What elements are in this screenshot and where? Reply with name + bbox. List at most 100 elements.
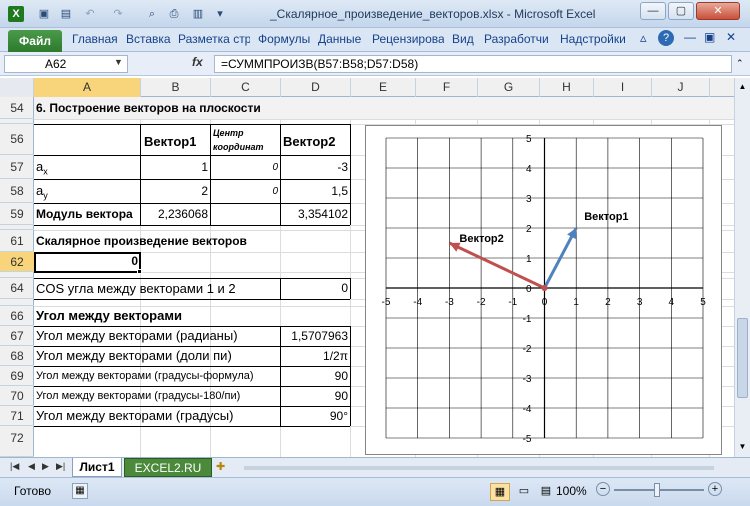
cell-b56[interactable]: Вектор1 <box>144 131 196 153</box>
tab-file[interactable]: Файл <box>8 30 62 52</box>
row-header[interactable]: 70 <box>0 386 34 406</box>
cell-d71[interactable]: 90° <box>282 406 348 426</box>
fill-handle[interactable] <box>137 269 142 274</box>
tab-review[interactable]: Рецензирова <box>372 32 444 46</box>
macro-record-icon[interactable]: ▦ <box>72 483 88 499</box>
name-box-dropdown-icon[interactable]: ▼ <box>114 57 123 67</box>
next-sheet-icon[interactable]: ▶ <box>42 461 49 472</box>
page-break-view-icon[interactable]: ▤ <box>536 483 556 501</box>
column-header-d[interactable]: D <box>281 78 351 97</box>
name-box[interactable]: A62 <box>4 55 128 73</box>
cell-d64[interactable]: 0 <box>282 278 348 299</box>
last-sheet-icon[interactable]: ▶| <box>56 461 65 472</box>
row-header[interactable]: 66 <box>0 306 34 326</box>
scroll-up-icon[interactable]: ▲ <box>737 80 748 94</box>
cell-d70[interactable]: 90 <box>282 386 348 406</box>
tab-page-layout[interactable]: Разметка стр <box>178 32 250 46</box>
zoom-level[interactable]: 100% <box>556 484 587 498</box>
cell-d56[interactable]: Вектор2 <box>283 131 335 153</box>
row-header[interactable]: 56 <box>0 124 34 155</box>
cell-c58[interactable]: 0 <box>212 181 278 203</box>
zoom-in-icon[interactable]: + <box>708 482 722 496</box>
cell-c57[interactable]: 0 <box>212 157 278 179</box>
minimize-ribbon-icon[interactable]: ▵ <box>640 30 647 46</box>
cell-c56[interactable]: Центр координат <box>213 126 277 154</box>
save-icon[interactable]: ▣ <box>36 6 52 22</box>
redo-icon[interactable]: ↷ <box>110 6 126 22</box>
row-header[interactable]: 64 <box>0 278 34 299</box>
cell-d69[interactable]: 90 <box>282 366 348 386</box>
formula-input[interactable]: =СУММПРОИЗВ(B57:B58;D57:D58) <box>214 55 732 73</box>
row-header[interactable]: 61 <box>0 230 34 252</box>
help-icon[interactable]: ? <box>658 30 674 46</box>
print-icon[interactable]: ⎙ <box>166 6 182 22</box>
cell-d68[interactable]: 1/2π <box>282 346 348 366</box>
workbook-restore-icon[interactable]: ▣ <box>704 30 715 44</box>
scroll-down-icon[interactable]: ▼ <box>737 440 748 454</box>
row-header[interactable]: 58 <box>0 179 34 203</box>
workbook-close-icon[interactable]: ✕ <box>726 30 736 44</box>
column-header-b[interactable]: B <box>141 78 211 97</box>
zoom-out-icon[interactable]: − <box>596 482 610 496</box>
column-header-f[interactable]: F <box>416 78 478 97</box>
workbook-minimize-icon[interactable]: — <box>684 30 696 44</box>
page-layout-view-icon[interactable]: ▭ <box>514 483 534 501</box>
cell-a64[interactable]: COS угла между векторами 1 и 2 <box>36 278 236 299</box>
tab-developer[interactable]: Разработчи <box>484 32 552 46</box>
close-button[interactable]: ✕ <box>696 2 740 20</box>
expand-formula-icon[interactable]: ⌃ <box>736 58 744 69</box>
row-header[interactable] <box>0 299 34 306</box>
row-header[interactable]: 72 <box>0 426 34 457</box>
row-header[interactable]: 57 <box>0 155 34 179</box>
customize-qat-icon[interactable]: ▾ <box>212 6 228 22</box>
column-header-i[interactable]: I <box>594 78 652 97</box>
column-header-c[interactable]: C <box>211 78 281 97</box>
column-header-g[interactable]: G <box>478 78 540 97</box>
row-header[interactable]: 54 <box>0 97 34 119</box>
cell-a57[interactable]: ax <box>36 156 48 183</box>
row-header[interactable]: 62 <box>0 252 34 272</box>
cell-d58[interactable]: 1,5 <box>282 180 348 202</box>
select-all-corner[interactable] <box>0 78 34 97</box>
cell-a62-selected[interactable] <box>34 252 141 273</box>
cell-a54[interactable]: 6. Построение векторов на плоскости <box>36 97 261 119</box>
cell-a59[interactable]: Модуль вектора <box>36 203 140 225</box>
cell-a71[interactable]: Угол между векторами (градусы) <box>36 406 233 426</box>
save-as-icon[interactable]: ▤ <box>58 6 74 22</box>
cell-b59[interactable]: 2,236068 <box>142 203 208 225</box>
quick-access-icon[interactable]: ▥ <box>190 6 206 22</box>
tab-data[interactable]: Данные <box>318 32 361 46</box>
cell-a67[interactable]: Угол между векторами (радианы) <box>36 326 238 346</box>
cell-d67[interactable]: 1,5707963 <box>282 326 348 346</box>
insert-function-icon[interactable]: fx <box>192 55 203 69</box>
cell-d59[interactable]: 3,354102 <box>282 203 348 225</box>
column-header-a[interactable]: A <box>34 78 141 97</box>
scroll-thumb[interactable] <box>737 318 748 398</box>
first-sheet-icon[interactable]: |◀ <box>10 461 19 472</box>
tab-insert[interactable]: Вставка <box>126 32 171 46</box>
row-header[interactable]: 59 <box>0 203 34 225</box>
normal-view-icon[interactable]: ▦ <box>490 483 510 501</box>
cell-a68[interactable]: Угол между векторами (доли пи) <box>36 346 232 366</box>
insert-sheet-icon[interactable]: ✚ <box>216 460 225 473</box>
prev-sheet-icon[interactable]: ◀ <box>28 461 35 472</box>
row-header[interactable]: 67 <box>0 326 34 346</box>
cell-a61[interactable]: Скалярное произведение векторов <box>36 230 247 252</box>
cell-b57[interactable]: 1 <box>142 156 208 178</box>
print-preview-icon[interactable]: ⌕ <box>144 6 160 22</box>
cell-a69[interactable]: Угол между векторами (градусы-формула) <box>36 366 254 386</box>
cell-b58[interactable]: 2 <box>142 180 208 202</box>
cell-d57[interactable]: -3 <box>282 156 348 178</box>
cell-a66[interactable]: Угол между векторами <box>36 306 182 326</box>
cell-a70[interactable]: Угол между векторами (градусы-180/пи) <box>36 386 240 406</box>
tab-addins[interactable]: Надстройки <box>560 32 626 46</box>
row-header[interactable]: 71 <box>0 406 34 426</box>
worksheet-grid[interactable]: 6. Построение векторов на плоскости Вект… <box>34 97 734 457</box>
tab-home[interactable]: Главная <box>72 32 118 46</box>
sheet-tab-excel2[interactable]: EXCEL2.RU <box>124 458 212 477</box>
tab-view[interactable]: Вид <box>452 32 474 46</box>
column-header-h[interactable]: H <box>540 78 594 97</box>
minimize-button[interactable]: — <box>640 2 666 20</box>
column-header-e[interactable]: E <box>351 78 416 97</box>
tab-formulas[interactable]: Формулы <box>258 32 310 46</box>
